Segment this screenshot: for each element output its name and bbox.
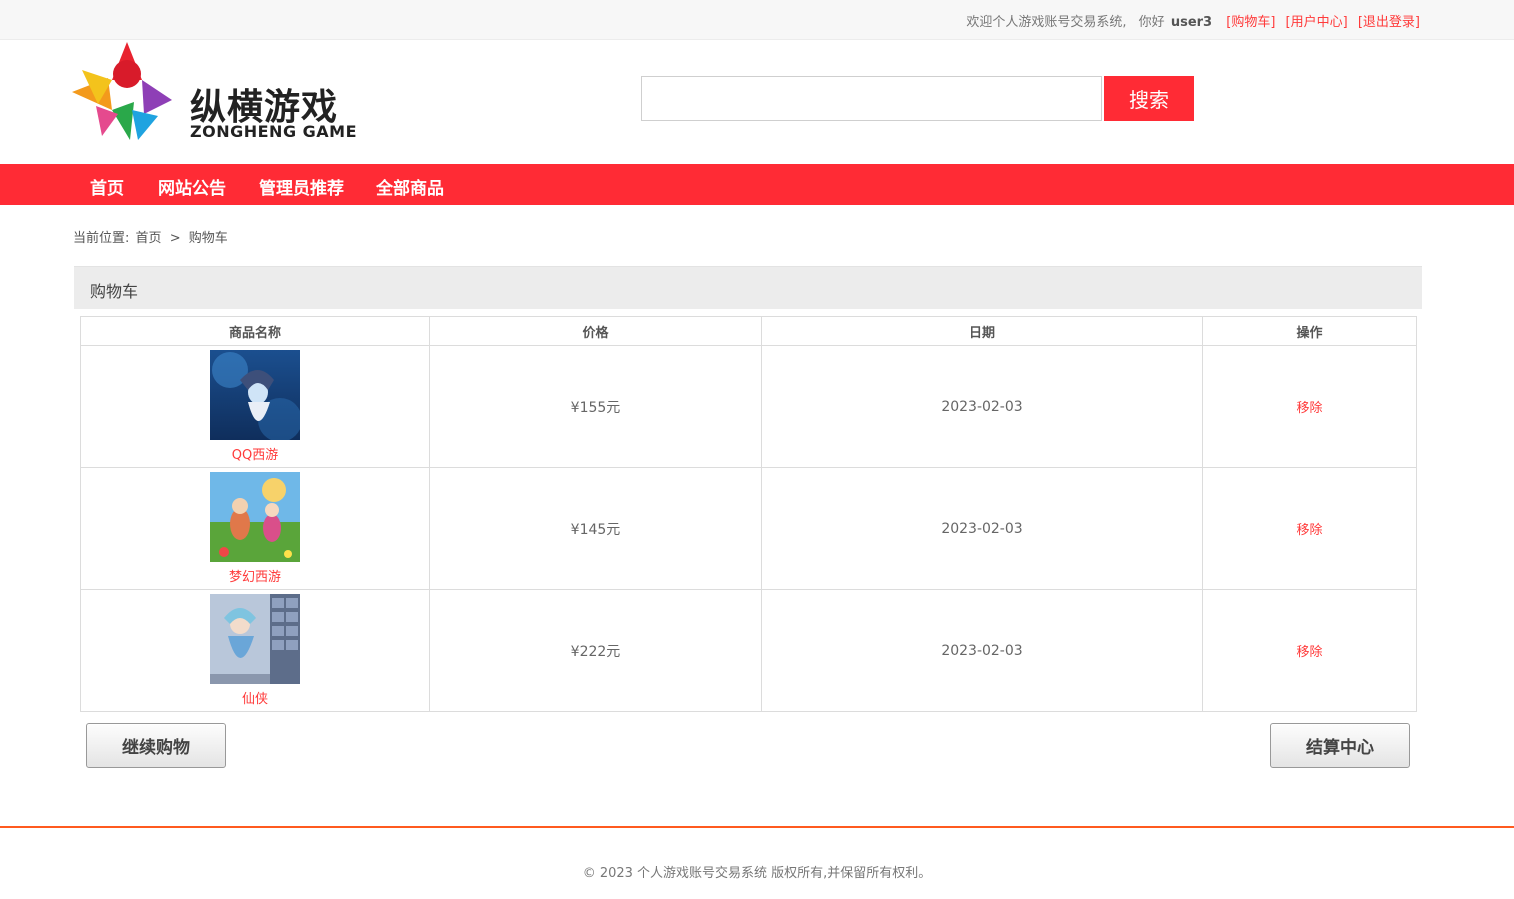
price-cell: ¥145元 xyxy=(429,467,762,590)
remove-link[interactable]: 移除 xyxy=(1296,523,1322,538)
welcome-text: 欢迎个人游戏账号交易系统, xyxy=(966,15,1127,30)
breadcrumb-current: 购物车 xyxy=(188,231,228,246)
remove-link[interactable]: 移除 xyxy=(1296,401,1322,416)
continue-shopping-button[interactable]: 继续购物 xyxy=(86,723,226,768)
top-bar-user-area: 欢迎个人游戏账号交易系统, 你好 user3 [购物车] [用户中心] [退出登… xyxy=(966,11,1420,30)
remove-link[interactable]: 移除 xyxy=(1296,645,1322,660)
action-cell: 移除 xyxy=(1202,345,1417,468)
cart-panel-header: 购物车 xyxy=(74,266,1422,309)
price-cell: ¥222元 xyxy=(429,589,762,712)
product-image-icon xyxy=(210,472,300,562)
header-date: 日期 xyxy=(761,316,1203,346)
cart-table: 商品名称 价格 日期 操作 QQ西游 ¥155元 2023-02-03 移除 梦… xyxy=(80,316,1417,712)
table-row: QQ西游 ¥155元 2023-02-03 移除 xyxy=(80,345,1417,468)
header-price: 价格 xyxy=(429,316,762,346)
product-cell: 梦幻西游 xyxy=(80,467,430,590)
product-image-icon xyxy=(210,594,300,684)
breadcrumb-separator: > xyxy=(169,231,181,246)
username: user3 xyxy=(1170,15,1213,30)
table-row: 仙侠 ¥222元 2023-02-03 移除 xyxy=(80,589,1417,712)
date-cell: 2023-02-03 xyxy=(761,345,1203,468)
header-product-name: 商品名称 xyxy=(80,316,430,346)
action-cell: 移除 xyxy=(1202,467,1417,590)
action-cell: 移除 xyxy=(1202,589,1417,712)
logo-text-english: ZONGHENG GAME xyxy=(190,122,358,141)
logo-emblem-icon xyxy=(72,42,172,140)
nav-item-announcements[interactable]: 网站公告 xyxy=(158,174,226,199)
greeting-text: 你好 xyxy=(1138,15,1165,30)
date-cell: 2023-02-03 xyxy=(761,467,1203,590)
product-image-icon xyxy=(210,350,300,440)
main-nav: 首页 网站公告 管理员推荐 全部商品 xyxy=(0,164,1514,205)
footer-divider xyxy=(0,826,1514,828)
nav-item-home[interactable]: 首页 xyxy=(90,174,124,199)
nav-item-admin-recommend[interactable]: 管理员推荐 xyxy=(259,174,344,199)
breadcrumb-prefix: 当前位置: xyxy=(73,231,130,246)
search-button[interactable]: 搜索 xyxy=(1104,76,1194,121)
checkout-button[interactable]: 结算中心 xyxy=(1270,723,1410,768)
header-action: 操作 xyxy=(1202,316,1417,346)
user-center-link[interactable]: [用户中心] xyxy=(1286,15,1348,30)
breadcrumb: 当前位置: 首页 > 购物车 xyxy=(73,227,230,246)
panel-title: 购物车 xyxy=(90,282,139,301)
product-thumbnail[interactable] xyxy=(210,472,300,562)
logout-link[interactable]: [退出登录] xyxy=(1358,15,1420,30)
product-name-link[interactable]: 仙侠 xyxy=(81,688,429,707)
nav-item-all-products[interactable]: 全部商品 xyxy=(376,174,444,199)
product-thumbnail[interactable] xyxy=(210,594,300,684)
table-row: 梦幻西游 ¥145元 2023-02-03 移除 xyxy=(80,467,1417,590)
date-cell: 2023-02-03 xyxy=(761,589,1203,712)
breadcrumb-home-link[interactable]: 首页 xyxy=(136,231,162,246)
cart-link[interactable]: [购物车] xyxy=(1226,15,1275,30)
product-cell: QQ西游 xyxy=(80,345,430,468)
product-cell: 仙侠 xyxy=(80,589,430,712)
table-header-row: 商品名称 价格 日期 操作 xyxy=(80,316,1417,346)
product-name-link[interactable]: QQ西游 xyxy=(81,444,429,463)
price-cell: ¥155元 xyxy=(429,345,762,468)
product-thumbnail[interactable] xyxy=(210,350,300,440)
product-name-link[interactable]: 梦幻西游 xyxy=(81,566,429,585)
top-bar: 欢迎个人游戏账号交易系统, 你好 user3 [购物车] [用户中心] [退出登… xyxy=(0,0,1514,40)
footer-copyright: © 2023 个人游戏账号交易系统 版权所有,并保留所有权利。 xyxy=(582,866,932,881)
search-input[interactable] xyxy=(641,76,1102,121)
